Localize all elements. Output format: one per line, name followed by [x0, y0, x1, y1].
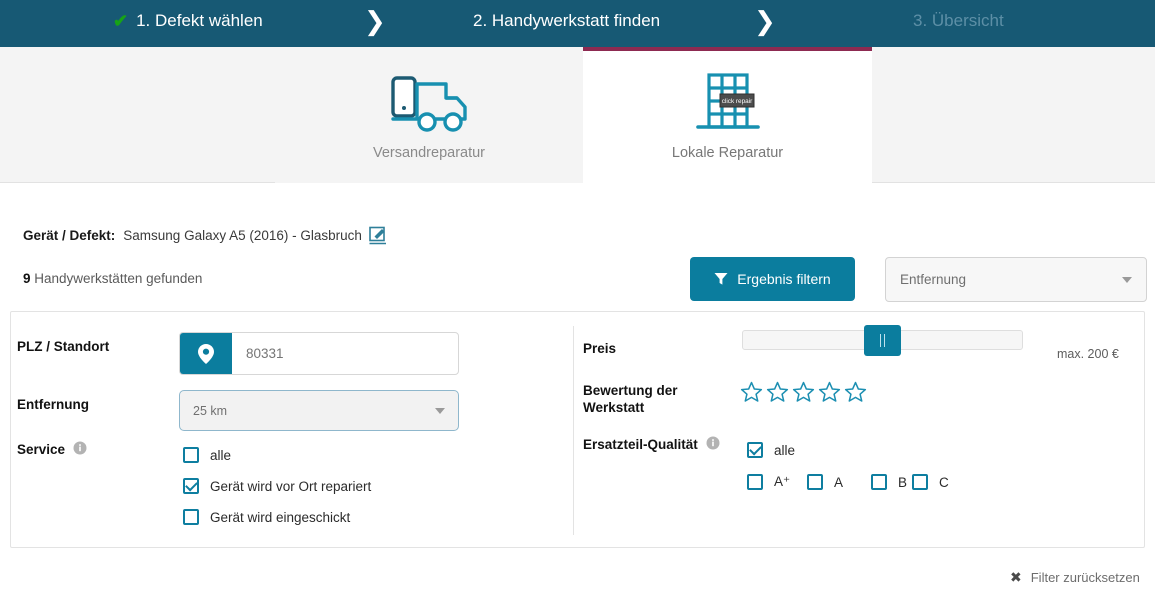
ersatzteil-grade-a-plus[interactable]: A⁺	[747, 474, 790, 490]
close-x-icon: ✖	[1010, 569, 1022, 586]
ersatzteil-grade-a-plus-label: A⁺	[774, 474, 791, 489]
rating-stars[interactable]	[740, 381, 867, 408]
info-circle-icon[interactable]	[73, 441, 87, 458]
device-value: Samsung Galaxy A5 (2016) - Glasbruch	[123, 228, 362, 243]
filter-results-button-label: Ergebnis filtern	[737, 271, 831, 287]
reset-filters-button[interactable]: ✖ Filter zurücksetzen	[1010, 570, 1140, 585]
bewertung-label-line2: Werkstatt	[583, 400, 645, 415]
price-slider-handle[interactable]	[864, 325, 901, 356]
checkbox[interactable]	[871, 474, 887, 490]
checkbox[interactable]	[807, 474, 823, 490]
results-count: 9 Handywerkstätten gefunden	[23, 271, 202, 286]
service-option-alle-label: alle	[210, 447, 232, 463]
ersatzteil-label-text: Ersatzteil-Qualität	[583, 437, 698, 452]
panel-divider	[573, 326, 574, 535]
checkbox[interactable]	[183, 509, 199, 525]
ersatzteil-grade-b[interactable]: B	[871, 474, 907, 490]
star-outline-icon[interactable]	[844, 381, 867, 408]
page-root: ✔ 1. Defekt wählen ❯ 2. Handywerkstatt f…	[0, 0, 1155, 600]
bewertung-label-line1: Bewertung der	[583, 383, 678, 398]
service-option-eingeschickt[interactable]: Gerät wird eingeschickt	[183, 509, 350, 525]
star-outline-icon[interactable]	[740, 381, 763, 408]
checkbox[interactable]	[183, 478, 199, 494]
star-outline-icon[interactable]	[766, 381, 789, 408]
info-circle-icon[interactable]	[706, 436, 720, 453]
funnel-icon	[714, 272, 728, 286]
step-3-label: 3. Übersicht	[913, 11, 1004, 30]
ersatzteil-label: Ersatzteil-Qualität	[583, 436, 720, 453]
ersatzteil-grade-c[interactable]: C	[912, 474, 949, 490]
entfernung-label: Entfernung	[17, 397, 89, 412]
checkbox[interactable]	[747, 474, 763, 490]
step-item-defekt-waehlen[interactable]: ✔ 1. Defekt wählen	[113, 11, 263, 31]
ersatzteil-grade-c-label: C	[939, 474, 949, 490]
sort-select[interactable]: Entfernung	[885, 257, 1147, 302]
device-label: Gerät / Defekt:	[23, 228, 116, 243]
step-2-label: 2. Handywerkstatt finden	[473, 11, 661, 30]
step-progress-bar: ✔ 1. Defekt wählen ❯ 2. Handywerkstatt f…	[0, 0, 1155, 47]
plz-label: PLZ / Standort	[17, 339, 110, 354]
reset-filters-label: Filter zurücksetzen	[1030, 570, 1140, 585]
repair-shop-building-icon: click repair	[692, 69, 764, 141]
device-defect-summary: Gerät / Defekt: Samsung Galaxy A5 (2016)…	[23, 226, 387, 245]
star-outline-icon[interactable]	[792, 381, 815, 408]
plz-input[interactable]	[232, 333, 458, 374]
truck-shipping-icon	[389, 69, 469, 141]
location-pin-icon	[180, 333, 232, 374]
ersatzteil-option-alle[interactable]: alle	[747, 442, 795, 458]
service-option-alle[interactable]: alle	[183, 447, 231, 463]
edit-pencil-icon[interactable]	[369, 226, 387, 245]
chevron-right-icon: ❯	[754, 7, 776, 37]
service-option-vor-ort[interactable]: Gerät wird vor Ort repariert	[183, 478, 371, 494]
bewertung-label: Bewertung der Werkstatt	[583, 382, 678, 416]
ersatzteil-grade-b-label: B	[898, 474, 908, 490]
tab-lokale-reparatur-label: Lokale Reparatur	[671, 145, 784, 161]
entfernung-select[interactable]: 25 km	[179, 390, 459, 431]
service-label: Service	[17, 441, 87, 458]
repair-mode-tabs: Versandreparatur click repair Lokale Rep…	[0, 47, 1155, 183]
entfernung-select-value: 25 km	[193, 403, 228, 418]
tab-lokale-reparatur[interactable]: click repair Lokale Reparatur	[583, 47, 872, 183]
step-1-label: 1. Defekt wählen	[136, 11, 263, 30]
service-option-vor-ort-label: Gerät wird vor Ort repariert	[210, 478, 372, 494]
chevron-down-icon	[435, 407, 445, 414]
tab-versandreparatur[interactable]: Versandreparatur	[275, 47, 583, 183]
plz-input-group[interactable]	[179, 332, 459, 375]
star-outline-icon[interactable]	[818, 381, 841, 408]
sort-select-value: Entfernung	[900, 272, 967, 287]
checkbox[interactable]	[183, 447, 199, 463]
results-count-text: Handywerkstätten gefunden	[34, 271, 203, 286]
svg-text:click repair: click repair	[721, 98, 752, 105]
service-option-eingeschickt-label: Gerät wird eingeschickt	[210, 509, 351, 525]
results-count-number: 9	[23, 271, 31, 286]
preis-label: Preis	[583, 341, 617, 356]
ersatzteil-option-alle-label: alle	[774, 442, 796, 458]
service-label-text: Service	[17, 442, 66, 457]
chevron-right-icon: ❯	[364, 7, 386, 37]
step-item-uebersicht: 3. Übersicht	[913, 11, 1004, 31]
chevron-down-icon	[1122, 276, 1132, 283]
ersatzteil-grade-a[interactable]: A	[807, 474, 843, 490]
price-max-label: max. 200 €	[1057, 347, 1119, 361]
check-icon: ✔	[113, 11, 129, 31]
checkbox[interactable]	[747, 442, 763, 458]
step-item-handywerkstatt-finden[interactable]: 2. Handywerkstatt finden	[473, 11, 660, 31]
filter-results-button[interactable]: Ergebnis filtern	[690, 257, 855, 301]
checkbox[interactable]	[912, 474, 928, 490]
tab-versandreparatur-label: Versandreparatur	[372, 145, 486, 161]
ersatzteil-grade-a-label: A	[834, 474, 844, 490]
